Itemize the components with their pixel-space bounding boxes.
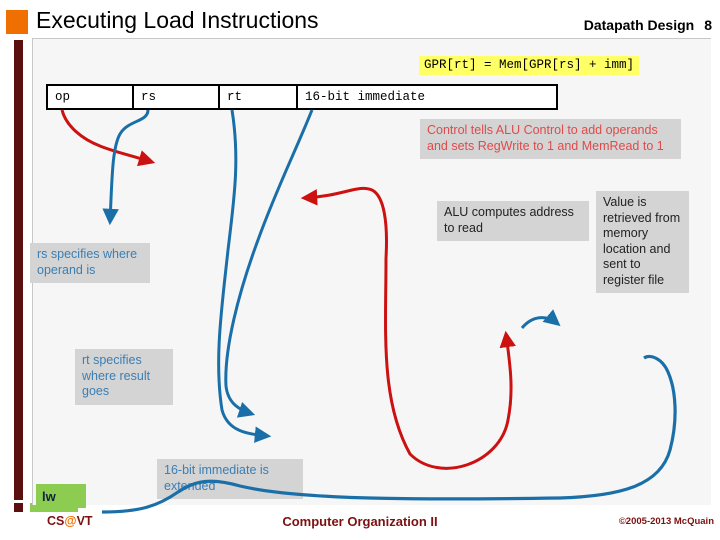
instruction-field-op: op [48,86,134,108]
instruction-field-rt: rt [220,86,298,108]
formula-highlight: GPR[rt] = Mem[GPR[rs] + imm] [419,56,640,75]
slide-number: 8 [704,17,712,33]
left-maroon-rail [14,40,23,500]
rail-foot-maroon-square [14,503,23,512]
callout-alu-computes: ALU computes address to read [437,201,589,241]
callout-value-retrieved: Value is retrieved from memory location … [596,191,689,293]
callout-control: Control tells ALU Control to add operand… [420,119,681,159]
header-subject-and-number: Datapath Design 8 [584,17,712,33]
footer-course-title: Computer Organization II [282,514,438,529]
callout-immediate-extended: 16-bit immediate is extended [157,459,303,499]
instruction-field-immediate: 16-bit immediate [305,90,426,104]
callout-rs-specifies: rs specifies where operand is [30,243,150,283]
instruction-tag-lw: lw [36,484,86,508]
slide-header: Executing Load Instructions Datapath Des… [0,0,720,40]
footer-copyright: ©2005-2013 McQuain [618,516,714,527]
page-title: Executing Load Instructions [36,7,319,33]
instruction-format-table: op rs rt 16-bit immediate [46,84,558,110]
callout-rt-specifies: rt specifies where result goes [75,349,173,405]
header-subject: Datapath Design [583,17,695,33]
title-bullet-square [6,10,28,34]
instruction-field-rs: rs [134,86,220,108]
slide-footer: CS@VT Computer Organization II ©2005-201… [0,512,720,540]
